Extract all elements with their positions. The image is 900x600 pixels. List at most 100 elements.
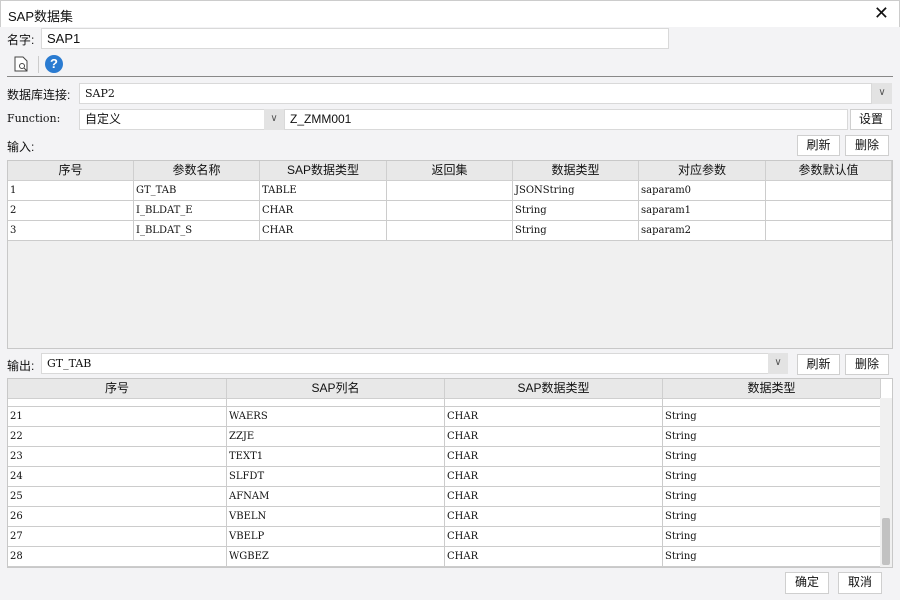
table-row[interactable]: 23 TEXT1 CHAR String [8, 447, 881, 467]
db-connection-select[interactable]: SAP2 [79, 83, 872, 104]
table-row[interactable]: 1 GT_TAB TABLE JSONString saparam0 [8, 181, 892, 201]
table-row[interactable]: 24 SLFDT CHAR String [8, 467, 881, 487]
column-header[interactable]: 序号 [8, 161, 134, 181]
table-cell[interactable]: String [513, 221, 639, 241]
table-cell[interactable]: TABLE [260, 181, 387, 201]
table-cell[interactable] [766, 181, 892, 201]
table-row[interactable]: 28 WGBEZ CHAR String [8, 547, 881, 567]
table-cell[interactable]: String [663, 447, 881, 467]
output-delete-button[interactable]: 删除 [845, 354, 889, 375]
table-row[interactable]: 27 VBELP CHAR String [8, 527, 881, 547]
table-cell[interactable]: ZZJE [227, 427, 445, 447]
table-cell[interactable] [387, 201, 513, 221]
table-cell[interactable]: GT_TAB [134, 181, 260, 201]
table-row[interactable]: 3 I_BLDAT_S CHAR String saparam2 [8, 221, 892, 241]
settings-button[interactable]: 设置 [850, 109, 892, 130]
table-cell[interactable]: saparam0 [639, 181, 766, 201]
scrollbar[interactable] [880, 398, 892, 567]
table-cell[interactable]: WAERS [227, 407, 445, 427]
function-name-input[interactable]: Z_ZMM001 [284, 109, 848, 130]
table-cell[interactable]: String [663, 407, 881, 427]
table-cell[interactable]: 26 [8, 507, 227, 527]
table-cell[interactable]: CHAR [445, 487, 663, 507]
table-cell[interactable]: String [663, 487, 881, 507]
table-cell[interactable]: 1 [8, 181, 134, 201]
table-cell[interactable]: CHAR [260, 221, 387, 241]
table-cell[interactable]: VBELN [227, 507, 445, 527]
table-cell[interactable]: CHAR [445, 527, 663, 547]
window-title: SAP数据集 [8, 9, 74, 24]
table-cell [8, 399, 227, 407]
table-cell[interactable]: CHAR [445, 547, 663, 567]
column-header[interactable]: 对应参数 [639, 161, 766, 181]
table-cell[interactable]: 23 [8, 447, 227, 467]
table-cell[interactable] [766, 221, 892, 241]
table-cell[interactable]: String [513, 201, 639, 221]
close-icon[interactable]: ✕ [874, 3, 889, 24]
table-cell[interactable]: 3 [8, 221, 134, 241]
function-mode-select[interactable]: 自定义 [79, 109, 265, 130]
column-header[interactable]: 数据类型 [663, 379, 881, 399]
table-row[interactable]: 2 I_BLDAT_E CHAR String saparam1 [8, 201, 892, 221]
column-header[interactable]: 参数名称 [134, 161, 260, 181]
table-cell[interactable]: 28 [8, 547, 227, 567]
table-cell[interactable]: 27 [8, 527, 227, 547]
table-cell[interactable]: 22 [8, 427, 227, 447]
table-cell[interactable]: 21 [8, 407, 227, 427]
table-cell[interactable]: String [663, 467, 881, 487]
table-cell[interactable]: 2 [8, 201, 134, 221]
table-cell[interactable]: CHAR [445, 507, 663, 527]
name-input[interactable]: SAP1 [41, 28, 669, 49]
table-cell[interactable]: 25 [8, 487, 227, 507]
chevron-down-icon[interactable]: ∨ [872, 83, 892, 104]
output-columns-table: 序号 SAP列名 SAP数据类型 数据类型 21 WAERS CHAR String 22 ZZJ… [7, 378, 893, 568]
table-cell[interactable]: saparam1 [639, 201, 766, 221]
cancel-button[interactable]: 取消 [838, 572, 882, 594]
column-header[interactable]: 序号 [8, 379, 227, 399]
table-cell[interactable]: SLFDT [227, 467, 445, 487]
input-delete-button[interactable]: 删除 [845, 135, 889, 156]
table-cell[interactable]: String [663, 547, 881, 567]
table-cell[interactable]: 24 [8, 467, 227, 487]
table-cell[interactable]: CHAR [445, 467, 663, 487]
input-params-table: 序号 参数名称 SAP数据类型 返回集 数据类型 对应参数 参数默认值 1 GT_TAB TABL… [7, 160, 893, 349]
column-header[interactable]: 参数默认值 [766, 161, 892, 181]
column-header[interactable]: SAP列名 [227, 379, 445, 399]
table-row[interactable]: 21 WAERS CHAR String [8, 407, 881, 427]
table-cell [663, 399, 881, 407]
table-cell[interactable]: String [663, 527, 881, 547]
table-cell[interactable]: String [663, 507, 881, 527]
output-select[interactable]: GT_TAB [41, 353, 769, 374]
table-cell[interactable]: CHAR [445, 447, 663, 467]
output-refresh-button[interactable]: 刷新 [797, 354, 840, 375]
chevron-down-icon[interactable]: ∨ [264, 109, 284, 130]
table-row[interactable]: 25 AFNAM CHAR String [8, 487, 881, 507]
table-cell[interactable]: CHAR [445, 407, 663, 427]
table-cell[interactable]: saparam2 [639, 221, 766, 241]
table-cell[interactable] [387, 221, 513, 241]
ok-button[interactable]: 确定 [785, 572, 829, 594]
table-cell[interactable]: CHAR [260, 201, 387, 221]
scrollbar-thumb[interactable] [882, 518, 890, 565]
table-cell[interactable]: I_BLDAT_S [134, 221, 260, 241]
table-cell[interactable]: JSONString [513, 181, 639, 201]
table-cell[interactable] [766, 201, 892, 221]
column-header[interactable]: SAP数据类型 [260, 161, 387, 181]
document-preview-icon[interactable] [14, 56, 28, 72]
table-cell[interactable]: TEXT1 [227, 447, 445, 467]
table-cell[interactable] [387, 181, 513, 201]
table-row[interactable]: 26 VBELN CHAR String [8, 507, 881, 527]
input-refresh-button[interactable]: 刷新 [797, 135, 840, 156]
column-header[interactable]: SAP数据类型 [445, 379, 663, 399]
table-row[interactable]: 22 ZZJE CHAR String [8, 427, 881, 447]
chevron-down-icon[interactable]: ∨ [768, 353, 788, 374]
table-cell[interactable]: AFNAM [227, 487, 445, 507]
table-cell[interactable]: CHAR [445, 427, 663, 447]
table-cell[interactable]: VBELP [227, 527, 445, 547]
table-cell[interactable]: WGBEZ [227, 547, 445, 567]
table-cell[interactable]: I_BLDAT_E [134, 201, 260, 221]
column-header[interactable]: 返回集 [387, 161, 513, 181]
help-icon[interactable]: ? [45, 55, 63, 73]
table-cell[interactable]: String [663, 427, 881, 447]
column-header[interactable]: 数据类型 [513, 161, 639, 181]
